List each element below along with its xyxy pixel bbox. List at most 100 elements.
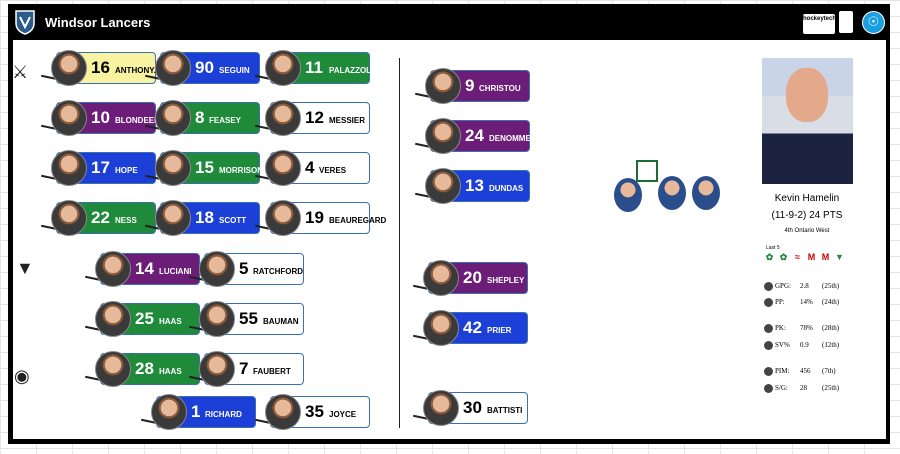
stat-icon	[764, 384, 773, 393]
player-card[interactable]: 12 MESSIER	[255, 100, 370, 136]
player-card[interactable]: 16 ANTHONY.	[41, 50, 156, 86]
player-photo	[95, 251, 131, 287]
player-name: ANTHONY.	[115, 66, 156, 75]
player-number: 5	[239, 259, 249, 278]
player-card[interactable]: 30 BATTISTI	[413, 390, 528, 426]
last5-results: ✿ ✿ ≈ M M ▼	[764, 252, 845, 263]
team-stat: GPG: 2.8 (25th)	[764, 282, 839, 291]
result-icon: ≈	[795, 252, 800, 262]
player-number: 55	[239, 309, 258, 328]
player-name: JOYCE	[329, 410, 357, 419]
player-card[interactable]: 55 BAUMAN	[189, 301, 304, 337]
player-photo	[151, 394, 187, 430]
last5-label: Last 5	[766, 245, 780, 251]
coach-division: 4th Ontario West	[784, 228, 830, 234]
league-logo	[839, 11, 853, 33]
player-card[interactable]: 35 JOYCE	[255, 394, 370, 430]
player-photo	[265, 100, 301, 136]
stat-label: PIM:	[775, 367, 790, 376]
stat-label: PP:	[775, 298, 785, 307]
player-name: SEGUIN	[219, 66, 250, 75]
player-card[interactable]: 25 HAAS	[85, 301, 200, 337]
player-name: MESSIER	[329, 116, 366, 125]
player-photo	[199, 351, 235, 387]
player-card[interactable]: 5 RATCHFORD	[189, 251, 304, 287]
player-number: 14	[135, 259, 154, 278]
result-icon: M	[807, 252, 816, 262]
player-card[interactable]: 17 HOPE	[41, 150, 156, 186]
player-number: 15	[195, 158, 214, 177]
player-card[interactable]: 19 BEAUREGARD	[255, 200, 386, 236]
player-card[interactable]: 15 MORRISON	[145, 150, 263, 186]
player-photo	[51, 50, 87, 86]
player-card[interactable]: 11 PALAZZOLO	[255, 50, 377, 86]
player-number: 7	[239, 359, 249, 378]
player-photo	[199, 251, 235, 287]
player-card[interactable]: 28 HAAS	[85, 351, 200, 387]
player-photo	[51, 200, 87, 236]
player-card[interactable]: 42 PRIER	[413, 310, 528, 346]
player-name: RICHARD	[205, 410, 242, 419]
player-photo	[265, 394, 301, 430]
player-name: VERES	[319, 166, 347, 175]
player-card[interactable]: 22 NESS	[41, 200, 156, 236]
player-photo	[265, 150, 301, 186]
player-name: PRIER	[487, 326, 512, 335]
player-photo	[51, 150, 87, 186]
result-icon: ✿	[765, 252, 774, 262]
player-name: DENOMME	[489, 134, 531, 143]
player-name: LUCIANI	[159, 267, 192, 276]
player-name: SHEPLEY	[487, 276, 525, 285]
player-card[interactable]: 18 SCOTT	[145, 200, 260, 236]
goalie-mask-icon: ◉	[14, 366, 30, 386]
player-number: 28	[135, 359, 154, 378]
player-photo	[95, 301, 131, 337]
player-name: DUNDAS	[489, 184, 524, 193]
player-number: 16	[91, 58, 110, 77]
player-photo	[199, 301, 235, 337]
player-card[interactable]: 9 CHRISTOU	[415, 68, 530, 104]
player-photo	[155, 50, 191, 86]
player-name: HOPE	[115, 166, 138, 175]
player-name: FAUBERT	[253, 367, 291, 376]
player-photo	[155, 150, 191, 186]
player-photo	[155, 200, 191, 236]
player-card[interactable]: 1 RICHARD	[141, 394, 256, 430]
player-name: FEASEY	[209, 116, 242, 125]
staff-photo[interactable]	[614, 178, 642, 212]
player-number: 20	[463, 268, 482, 287]
player-number: 12	[305, 108, 324, 127]
player-card[interactable]: 20 SHEPLEY	[413, 260, 528, 296]
player-number: 24	[465, 126, 484, 145]
staff-photo[interactable]	[692, 176, 720, 210]
hockeytech-logo: hockeytech	[803, 14, 836, 34]
player-number: 8	[195, 108, 205, 127]
player-card[interactable]: 10 BLONDEEL	[41, 100, 159, 136]
player-card[interactable]: 13 DUNDAS	[415, 168, 530, 204]
stat-rank: (24th)	[822, 298, 840, 306]
team-stat: PIM: 456 (7th)	[764, 367, 836, 376]
player-photo	[265, 200, 301, 236]
player-number: 4	[305, 158, 315, 177]
selection-box[interactable]	[636, 160, 658, 182]
player-number: 22	[91, 208, 110, 227]
sword-icon: ⚔	[12, 62, 29, 82]
stat-rank: (7th)	[822, 367, 836, 375]
player-number: 11	[305, 58, 323, 77]
player-number: 30	[463, 398, 482, 417]
player-card[interactable]: 8 FEASEY	[145, 100, 260, 136]
player-name: RATCHFORD	[253, 267, 304, 276]
player-card[interactable]: 90 SEGUIN	[145, 50, 260, 86]
globe-icon[interactable]: ☉	[862, 11, 885, 34]
player-name: SCOTT	[219, 216, 247, 225]
player-card[interactable]: 7 FAUBERT	[189, 351, 304, 387]
player-card[interactable]: 14 LUCIANI	[85, 251, 200, 287]
player-number: 42	[463, 318, 482, 337]
coach-photo	[762, 58, 853, 184]
player-number: 17	[91, 158, 110, 177]
stat-icon	[764, 341, 773, 350]
staff-photo[interactable]	[658, 176, 686, 210]
player-number: 18	[195, 208, 214, 227]
player-card[interactable]: 24 DENOMME	[415, 118, 531, 154]
player-card[interactable]: 4 VERES	[255, 150, 370, 186]
